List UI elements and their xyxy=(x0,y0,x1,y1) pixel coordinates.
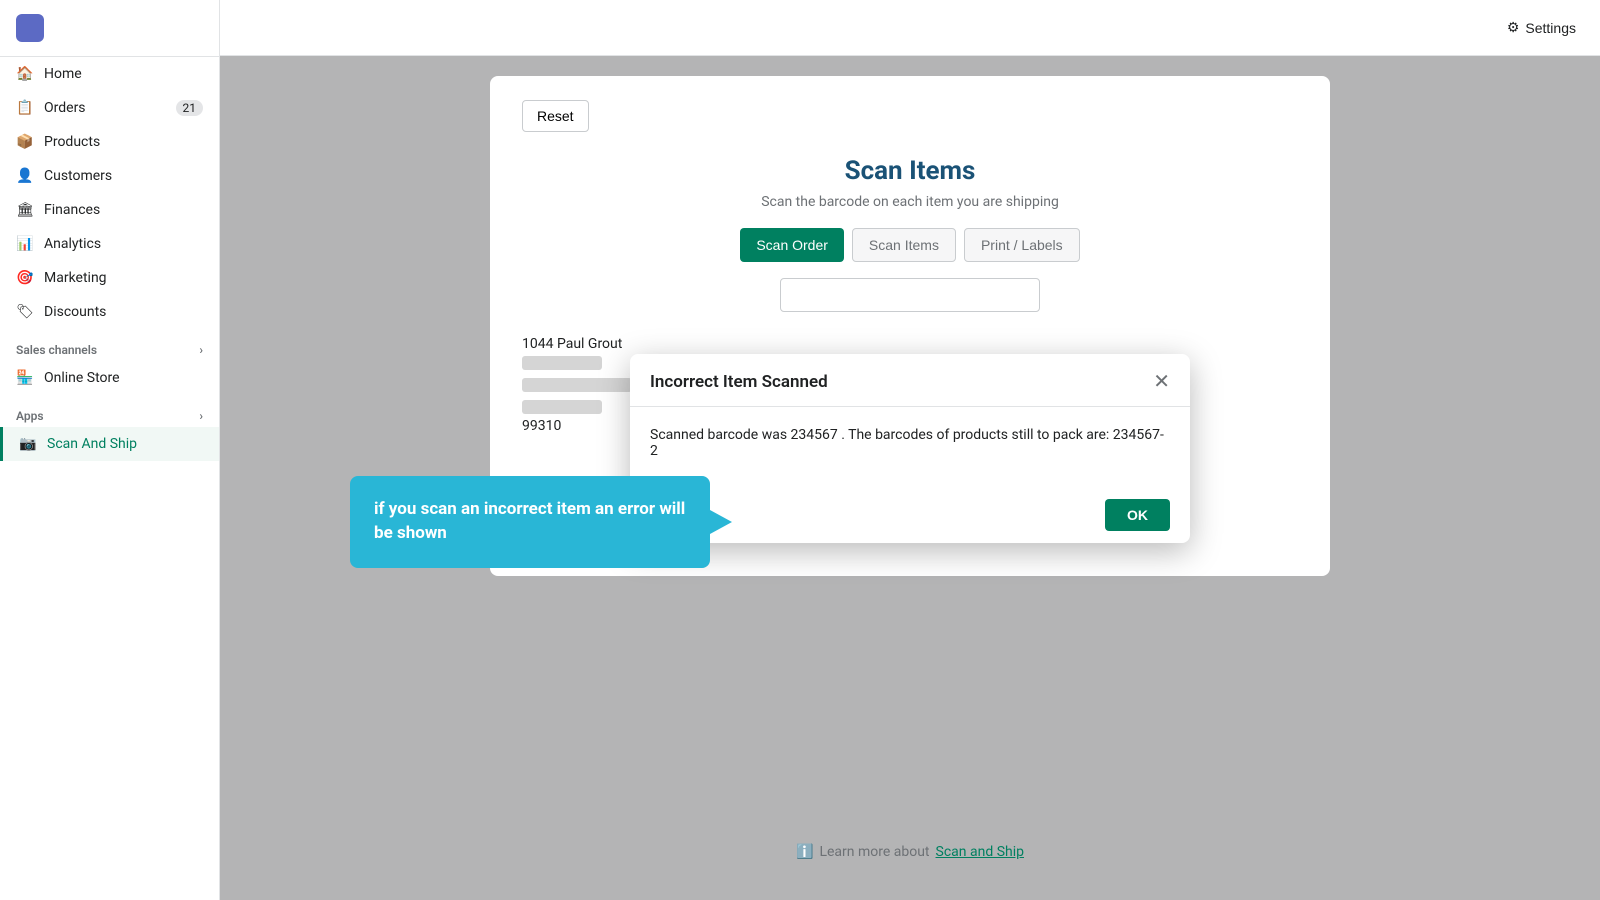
marketing-icon: 🎯 xyxy=(16,269,34,287)
blurred-line-2 xyxy=(522,378,632,392)
scan-icon: 📷 xyxy=(19,435,37,453)
reset-button[interactable]: Reset xyxy=(522,100,589,132)
modal-ok-button[interactable]: OK xyxy=(1105,499,1170,531)
page-footer: ℹ️ Learn more about Scan and Ship xyxy=(220,844,1600,860)
logo-icon xyxy=(16,14,44,42)
home-icon: 🏠 xyxy=(16,65,34,83)
online-store-label: Online Store xyxy=(44,370,120,386)
home-label: Home xyxy=(44,66,82,82)
sidebar-item-customers[interactable]: 👤 Customers xyxy=(0,159,219,193)
products-label: Products xyxy=(44,134,100,150)
analytics-label: Analytics xyxy=(44,236,101,252)
callout-text: if you scan an incorrect item an error w… xyxy=(374,499,685,543)
modal-title: Incorrect Item Scanned xyxy=(650,372,828,392)
store-icon: 🏪 xyxy=(16,369,34,387)
order-name: 1044 Paul Grout xyxy=(522,336,1298,352)
sidebar-item-products[interactable]: 📦 Products xyxy=(0,125,219,159)
sales-channels-label: Sales channels xyxy=(16,343,97,357)
blurred-line-3 xyxy=(522,400,602,414)
modal-message: Scanned barcode was 234567 . The barcode… xyxy=(650,427,1170,459)
content-area: Reset Scan Items Scan the barcode on eac… xyxy=(220,56,1600,900)
blurred-line-1 xyxy=(522,356,602,370)
sidebar-item-marketing[interactable]: 🎯 Marketing xyxy=(0,261,219,295)
apps-label: Apps xyxy=(16,409,44,423)
sidebar: 🏠 Home 📋 Orders 21 📦 Products 👤 Customer… xyxy=(0,0,220,900)
marketing-label: Marketing xyxy=(44,270,107,286)
page-subtitle: Scan the barcode on each item you are sh… xyxy=(522,194,1298,210)
apps-chevron[interactable]: › xyxy=(199,409,203,423)
modal-body: Scanned barcode was 234567 . The barcode… xyxy=(630,407,1190,487)
finances-icon: 🏛 xyxy=(16,201,34,219)
sidebar-item-finances[interactable]: 🏛 Finances xyxy=(0,193,219,227)
scan-and-ship-label: Scan And Ship xyxy=(47,436,137,452)
sidebar-item-scan-and-ship[interactable]: 📷 Scan And Ship xyxy=(0,427,219,461)
sidebar-logo xyxy=(0,0,219,57)
orders-badge: 21 xyxy=(176,100,204,116)
customers-label: Customers xyxy=(44,168,112,184)
main-content: ⚙ Settings Reset Scan Items Scan the bar… xyxy=(220,0,1600,900)
settings-label: Settings xyxy=(1525,20,1576,36)
modal-close-button[interactable]: ✕ xyxy=(1153,372,1170,392)
gear-icon: ⚙ xyxy=(1507,19,1520,36)
discounts-icon: 🏷 xyxy=(16,303,34,321)
settings-button[interactable]: ⚙ Settings xyxy=(1507,19,1576,36)
finances-label: Finances xyxy=(44,202,100,218)
sales-channels-section: Sales channels › xyxy=(0,329,219,361)
orders-label: Orders xyxy=(44,100,86,116)
footer-info-text: Learn more about xyxy=(819,844,929,860)
customers-icon: 👤 xyxy=(16,167,34,185)
modal-header: Incorrect Item Scanned ✕ xyxy=(630,354,1190,407)
sidebar-item-analytics[interactable]: 📊 Analytics xyxy=(0,227,219,261)
sidebar-item-online-store[interactable]: 🏪 Online Store xyxy=(0,361,219,395)
discounts-label: Discounts xyxy=(44,304,106,320)
callout-tooltip: if you scan an incorrect item an error w… xyxy=(350,476,710,568)
sidebar-item-discounts[interactable]: 🏷 Discounts xyxy=(0,295,219,329)
scan-and-ship-link[interactable]: Scan and Ship xyxy=(936,844,1024,860)
print-label-button[interactable]: Print / Labels xyxy=(964,228,1080,262)
sales-channels-chevron[interactable]: › xyxy=(199,343,203,357)
info-icon: ℹ️ xyxy=(796,844,813,860)
analytics-icon: 📊 xyxy=(16,235,34,253)
scan-items-button[interactable]: Scan Items xyxy=(852,228,956,262)
apps-section: Apps › xyxy=(0,395,219,427)
topbar: ⚙ Settings xyxy=(220,0,1600,56)
orders-icon: 📋 xyxy=(16,99,34,117)
scan-order-button[interactable]: Scan Order xyxy=(740,228,844,262)
page-title: Scan Items xyxy=(522,156,1298,186)
scan-buttons-group: Scan Order Scan Items Print / Labels xyxy=(522,228,1298,262)
sidebar-item-home[interactable]: 🏠 Home xyxy=(0,57,219,91)
sidebar-item-orders[interactable]: 📋 Orders 21 xyxy=(0,91,219,125)
barcode-input[interactable] xyxy=(780,278,1040,312)
products-icon: 📦 xyxy=(16,133,34,151)
